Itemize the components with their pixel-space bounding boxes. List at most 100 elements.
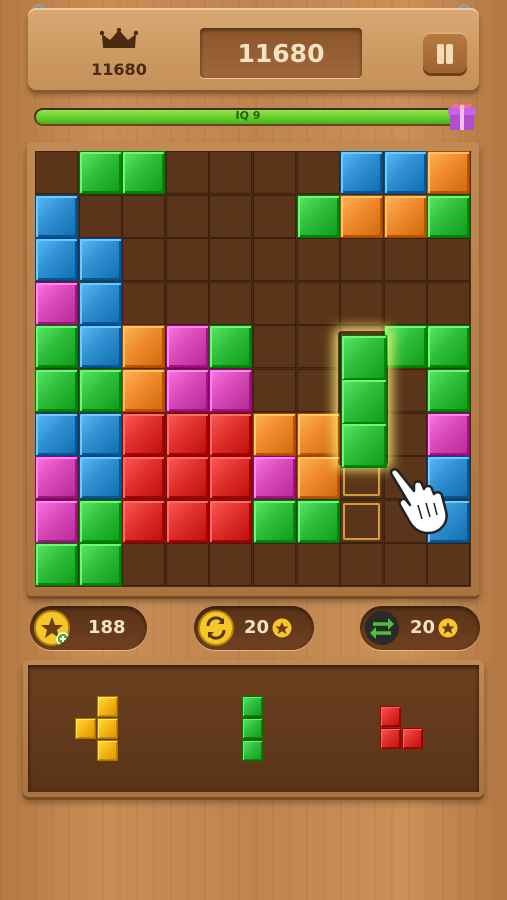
rotate-button[interactable]: 20 bbox=[194, 606, 314, 650]
green-block bbox=[78, 499, 122, 543]
yellow-block bbox=[97, 740, 118, 761]
red-block bbox=[209, 412, 253, 456]
rotate-cost: 20 bbox=[244, 617, 270, 638]
orange-block bbox=[296, 456, 340, 500]
board-cell[interactable] bbox=[427, 238, 471, 282]
red-block bbox=[122, 412, 166, 456]
board-cell[interactable] bbox=[427, 543, 471, 587]
board-cell[interactable] bbox=[296, 151, 340, 194]
red-block bbox=[209, 456, 253, 500]
red-block bbox=[380, 706, 401, 727]
board-cell[interactable] bbox=[165, 151, 209, 194]
yellow-block bbox=[97, 718, 118, 739]
board-cell[interactable] bbox=[253, 151, 296, 194]
magenta-block bbox=[253, 456, 296, 500]
board-cell[interactable] bbox=[122, 194, 166, 238]
board-cell[interactable] bbox=[296, 281, 340, 325]
board-cell[interactable] bbox=[165, 238, 209, 282]
board-cell[interactable] bbox=[209, 281, 253, 325]
red-block bbox=[165, 412, 209, 456]
crown-icon bbox=[100, 28, 138, 48]
board-cell[interactable] bbox=[340, 281, 384, 325]
orange-block bbox=[383, 194, 427, 238]
board-cell[interactable] bbox=[122, 281, 166, 325]
green-block bbox=[78, 543, 122, 587]
board-cell[interactable] bbox=[296, 543, 340, 587]
blue-block bbox=[383, 151, 427, 194]
iq-progress-bar: IQ 9 bbox=[34, 108, 462, 126]
board-cell[interactable] bbox=[383, 238, 427, 282]
best-score-panel: 11680 bbox=[84, 28, 154, 83]
green-block bbox=[427, 369, 471, 412]
board-cell[interactable] bbox=[253, 281, 296, 325]
green-block bbox=[242, 740, 263, 761]
pause-icon bbox=[437, 44, 444, 64]
green-block bbox=[242, 718, 263, 739]
gift-box-icon[interactable] bbox=[445, 98, 479, 132]
swap-button[interactable]: 20 bbox=[360, 606, 480, 650]
board-cell[interactable] bbox=[340, 238, 384, 282]
yellow-block bbox=[75, 718, 96, 739]
green-block bbox=[35, 325, 78, 369]
board-cell[interactable] bbox=[209, 151, 253, 194]
green-block bbox=[35, 369, 78, 412]
coins-counter[interactable]: 188 bbox=[30, 606, 147, 650]
board-cell[interactable] bbox=[253, 325, 296, 369]
board-cell[interactable] bbox=[122, 543, 166, 587]
blue-block bbox=[35, 194, 78, 238]
board-cell[interactable] bbox=[122, 238, 166, 282]
blue-block bbox=[78, 281, 122, 325]
magenta-block bbox=[35, 499, 78, 543]
magenta-block bbox=[209, 369, 253, 412]
green-block bbox=[427, 325, 471, 369]
board-cell[interactable] bbox=[296, 325, 340, 369]
board-cell[interactable] bbox=[427, 281, 471, 325]
red-block bbox=[122, 499, 166, 543]
board-cell[interactable] bbox=[253, 238, 296, 282]
board-cell[interactable] bbox=[340, 543, 384, 587]
green-block bbox=[78, 369, 122, 412]
placement-preview-cell bbox=[343, 502, 381, 540]
blue-block bbox=[340, 151, 384, 194]
pause-button[interactable] bbox=[423, 32, 467, 76]
red-block bbox=[165, 499, 209, 543]
board-cell[interactable] bbox=[296, 238, 340, 282]
piece-tray bbox=[28, 665, 479, 792]
board-cell[interactable] bbox=[209, 543, 253, 587]
green-block bbox=[78, 151, 122, 194]
board-cell[interactable] bbox=[209, 238, 253, 282]
board-cell[interactable] bbox=[383, 543, 427, 587]
board-cell[interactable] bbox=[383, 369, 427, 412]
dragged-piece-block[interactable] bbox=[341, 379, 387, 425]
dragged-piece-block[interactable] bbox=[341, 335, 387, 381]
board-cell[interactable] bbox=[165, 543, 209, 587]
board-cell[interactable] bbox=[253, 369, 296, 412]
orange-block bbox=[427, 151, 471, 194]
blue-block bbox=[35, 412, 78, 456]
board-cell[interactable] bbox=[383, 412, 427, 456]
magenta-block bbox=[35, 281, 78, 325]
green-block bbox=[122, 151, 166, 194]
board-cell[interactable] bbox=[296, 369, 340, 412]
board-cell[interactable] bbox=[253, 543, 296, 587]
board-cell[interactable] bbox=[78, 194, 122, 238]
board-cell[interactable] bbox=[383, 281, 427, 325]
magenta-block bbox=[427, 412, 471, 456]
red-block bbox=[380, 728, 401, 749]
magenta-block bbox=[35, 456, 78, 500]
board-cell[interactable] bbox=[165, 194, 209, 238]
red-block bbox=[402, 728, 423, 749]
green-block bbox=[242, 696, 263, 717]
green-block bbox=[253, 499, 296, 543]
green-block bbox=[383, 325, 427, 369]
board-cell[interactable] bbox=[209, 194, 253, 238]
swap-cost: 20 bbox=[410, 617, 436, 638]
red-block bbox=[209, 499, 253, 543]
board-cell[interactable] bbox=[253, 194, 296, 238]
dragged-piece-block[interactable] bbox=[341, 422, 387, 469]
magenta-block bbox=[165, 325, 209, 369]
green-block bbox=[35, 543, 78, 587]
current-score: 11680 bbox=[200, 28, 362, 78]
board-cell[interactable] bbox=[165, 281, 209, 325]
board-cell[interactable] bbox=[35, 151, 78, 194]
